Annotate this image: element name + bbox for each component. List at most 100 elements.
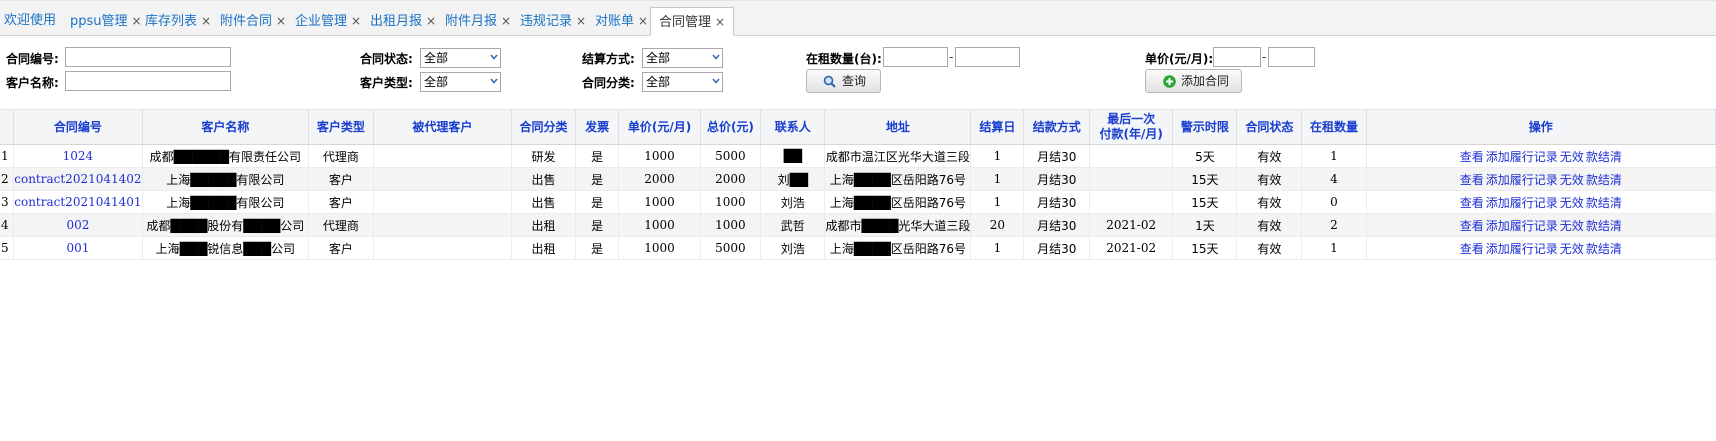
- rent-qty: 0: [1301, 190, 1367, 214]
- view-link[interactable]: 查看: [1460, 219, 1484, 233]
- search-icon: [823, 75, 836, 88]
- contract-category-select[interactable]: 全部: [642, 72, 723, 92]
- query-button[interactable]: 查询: [806, 69, 881, 93]
- add-record-link[interactable]: 添加履行记录: [1486, 196, 1558, 210]
- contract-no-link[interactable]: 1024: [13, 144, 143, 168]
- contract-status: 有效: [1236, 213, 1303, 237]
- settle-day: 1: [970, 236, 1025, 260]
- settle-method: 月结30: [1023, 167, 1091, 191]
- close-icon[interactable]: ×: [276, 14, 286, 28]
- header-cell[interactable]: 结款方式: [1023, 109, 1091, 145]
- header-cell[interactable]: 客户名称: [142, 109, 310, 145]
- tab-ppsu[interactable]: ppsu管理 ×: [70, 7, 142, 35]
- close-icon[interactable]: ×: [576, 14, 586, 28]
- header-cell[interactable]: 客户类型: [308, 109, 374, 145]
- tab-label: 对账单: [595, 14, 635, 29]
- rent-qty-max-input[interactable]: [955, 47, 1020, 67]
- close-icon[interactable]: ×: [715, 15, 725, 29]
- tab-inventory[interactable]: 库存列表 ×: [145, 7, 211, 35]
- contract-status-select[interactable]: 全部: [420, 48, 501, 68]
- chevron-down-icon: [490, 78, 498, 84]
- settle-method: 月结30: [1023, 144, 1091, 168]
- chevron-down-icon: [490, 54, 498, 60]
- customer-name-input[interactable]: [65, 71, 231, 91]
- customer-type-select[interactable]: 全部: [420, 72, 501, 92]
- total-price: 1000: [700, 213, 762, 237]
- header-cell[interactable]: 结算日: [970, 109, 1025, 145]
- header-cell[interactable]: 地址: [824, 109, 972, 145]
- close-icon[interactable]: ×: [201, 14, 211, 28]
- add-contract-button[interactable]: 添加合同: [1145, 69, 1242, 93]
- contract-category-label: 合同分类:: [582, 76, 635, 90]
- customer-type-label: 客户类型:: [360, 76, 413, 90]
- tab-welcome[interactable]: 欢迎使用: [4, 7, 56, 35]
- add-record-link[interactable]: 添加履行记录: [1486, 173, 1558, 187]
- rent-qty-label: 在租数量(台):: [806, 52, 882, 66]
- contract-no-input[interactable]: [65, 47, 231, 67]
- contract-no-link[interactable]: 002: [13, 213, 143, 237]
- unit-price-min-input[interactable]: [1213, 47, 1261, 67]
- header-cell: 操作: [1366, 109, 1716, 145]
- header-cell[interactable]: 被代理客户: [373, 109, 513, 145]
- rent-qty: 1: [1301, 144, 1367, 168]
- tab-label: 附件合同: [220, 14, 273, 29]
- add-record-link[interactable]: 添加履行记录: [1486, 242, 1558, 256]
- close-icon[interactable]: ×: [501, 14, 511, 28]
- close-icon[interactable]: ×: [426, 14, 436, 28]
- invalidate-link[interactable]: 无效: [1560, 242, 1584, 256]
- tab-attachment-monthly[interactable]: 附件月报 ×: [445, 7, 511, 35]
- row-index: 4: [0, 213, 15, 237]
- header-cell[interactable]: 发票: [575, 109, 620, 145]
- contract-no-link[interactable]: 001: [13, 236, 143, 260]
- header-cell[interactable]: 总价(元): [700, 109, 762, 145]
- query-button-label: 查询: [842, 74, 867, 88]
- invalidate-link[interactable]: 无效: [1560, 150, 1584, 164]
- plus-icon: [1163, 75, 1176, 88]
- contract-no-link[interactable]: contract2021041402: [13, 167, 143, 191]
- header-cell[interactable]: 最后一次 付款(年/月): [1089, 109, 1174, 145]
- unit-price-max-input[interactable]: [1268, 47, 1315, 67]
- row-index: 3: [0, 190, 15, 214]
- view-link[interactable]: 查看: [1460, 173, 1484, 187]
- settle-method-select[interactable]: 全部: [642, 48, 723, 68]
- add-record-link[interactable]: 添加履行记录: [1486, 150, 1558, 164]
- header-cell[interactable]: 合同状态: [1236, 109, 1303, 145]
- settle-link[interactable]: 款结清: [1586, 242, 1622, 256]
- header-cell[interactable]: 合同分类: [511, 109, 576, 145]
- close-icon[interactable]: ×: [132, 14, 142, 28]
- invalidate-link[interactable]: 无效: [1560, 196, 1584, 210]
- header-cell[interactable]: 单价(元/月): [618, 109, 701, 145]
- tab-contract-management[interactable]: 合同管理 ×: [650, 7, 735, 36]
- add-record-link[interactable]: 添加履行记录: [1486, 219, 1558, 233]
- invalidate-link[interactable]: 无效: [1560, 173, 1584, 187]
- last-payment: [1089, 144, 1174, 168]
- header-cell[interactable]: 合同编号: [13, 109, 143, 145]
- settle-link[interactable]: 款结清: [1586, 196, 1622, 210]
- tab-violations[interactable]: 违规记录 ×: [520, 7, 586, 35]
- header-cell[interactable]: 警示时限: [1172, 109, 1238, 145]
- close-icon[interactable]: ×: [351, 14, 361, 28]
- rent-qty-min-input[interactable]: [883, 47, 948, 67]
- tab-statement[interactable]: 对账单 ×: [595, 7, 648, 35]
- close-icon[interactable]: ×: [638, 14, 648, 28]
- settle-link[interactable]: 款结清: [1586, 150, 1622, 164]
- contract-no-link[interactable]: contract2021041401: [13, 190, 143, 214]
- invalidate-link[interactable]: 无效: [1560, 219, 1584, 233]
- view-link[interactable]: 查看: [1460, 196, 1484, 210]
- warning-limit: 5天: [1172, 144, 1238, 168]
- chevron-down-icon: [712, 54, 720, 60]
- view-link[interactable]: 查看: [1460, 242, 1484, 256]
- rent-qty: 4: [1301, 167, 1367, 191]
- tab-rent-monthly[interactable]: 出租月报 ×: [370, 7, 436, 35]
- view-link[interactable]: 查看: [1460, 150, 1484, 164]
- settle-link[interactable]: 款结清: [1586, 219, 1622, 233]
- header-cell[interactable]: 在租数量: [1301, 109, 1367, 145]
- table-row: 2 contract2021041402 上海█████有限公司 客户 出售是 2000 2…: [0, 167, 1716, 191]
- tab-attachment-contract[interactable]: 附件合同 ×: [220, 7, 286, 35]
- row-index: 5: [0, 236, 15, 260]
- tab-enterprise[interactable]: 企业管理 ×: [295, 7, 361, 35]
- customer-type: 客户: [308, 190, 374, 214]
- header-cell[interactable]: 联系人: [760, 109, 826, 145]
- address: 上海████区岳阳路76号: [824, 190, 972, 214]
- settle-link[interactable]: 款结清: [1586, 173, 1622, 187]
